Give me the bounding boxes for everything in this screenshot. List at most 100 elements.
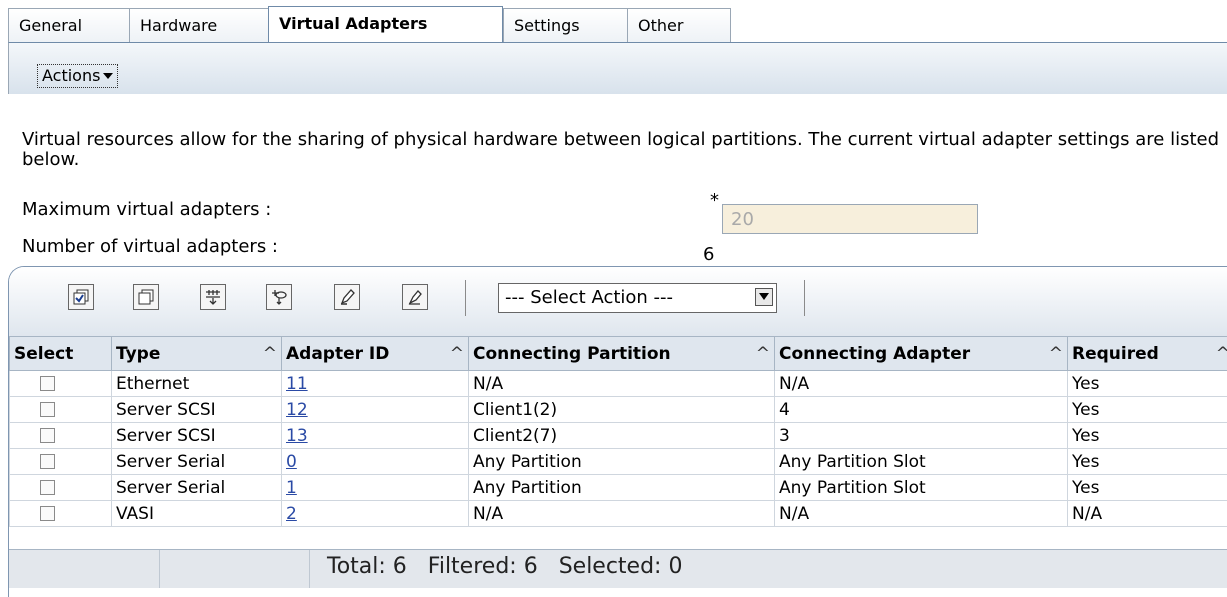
sort-icon[interactable]: ^: [756, 344, 770, 364]
select-action-dropdown[interactable]: --- Select Action ---: [498, 283, 777, 313]
table-row: Server SCSI 12 Client1(2) 4 Yes: [9, 396, 1227, 423]
row-select-checkbox[interactable]: [40, 376, 55, 391]
required-marker: *: [710, 190, 719, 211]
tab-hardware[interactable]: Hardware: [129, 8, 268, 42]
toolbar-separator: [804, 280, 805, 316]
cell-type: Server Serial: [111, 474, 282, 501]
tab-other[interactable]: Other: [627, 8, 731, 42]
edit-button[interactable]: [334, 284, 360, 310]
footer-summary: Total: 6 Filtered: 6 Selected: 0: [327, 554, 682, 579]
column-header-connecting-partition[interactable]: Connecting Partition ^: [468, 336, 775, 371]
select-all-icon: [73, 289, 89, 305]
column-header-type[interactable]: Type ^: [111, 336, 282, 371]
cell-connecting-partition: Client1(2): [468, 396, 775, 423]
cell-type: Server Serial: [111, 448, 282, 475]
tab-general[interactable]: General: [8, 8, 129, 42]
adapter-id-link[interactable]: 0: [286, 452, 297, 472]
sort-icon[interactable]: ^: [1216, 344, 1227, 364]
column-header-required[interactable]: Required^: [1067, 336, 1227, 371]
filtered-label: Filtered:: [427, 554, 517, 579]
cell-connecting-adapter: Any Partition Slot: [774, 448, 1068, 475]
adapters-table-panel: --- Select Action --- Select Type ^ Adapt…: [8, 266, 1227, 597]
cell-connecting-partition: Any Partition: [468, 474, 775, 501]
cell-connecting-partition: N/A: [468, 370, 775, 397]
chevron-down-icon: [103, 73, 114, 79]
max-adapters-field[interactable]: [722, 204, 978, 234]
row-select-checkbox[interactable]: [40, 480, 55, 495]
row-select-checkbox[interactable]: [40, 402, 55, 417]
table-row: VASI 2 N/A N/A N/A: [9, 500, 1227, 527]
total-label: Total:: [327, 554, 386, 579]
virtual-adapters-table: Select Type ^ Adapter ID ^ Connecting Part…: [9, 336, 1227, 527]
table-footer: Total: 6 Filtered: 6 Selected: 0: [9, 549, 1227, 588]
cell-type: VASI: [111, 500, 282, 527]
column-header-select: Select: [9, 336, 112, 371]
cell-required: Yes: [1067, 422, 1227, 449]
num-adapters-label: Number of virtual adapters :: [22, 236, 278, 257]
filtered-count: 6: [523, 554, 538, 579]
cell-connecting-adapter: 3: [774, 422, 1068, 449]
deselect-all-icon: [138, 289, 154, 305]
footer-segment: [159, 550, 310, 588]
actions-bar: Actions: [8, 42, 1227, 94]
sort-icon[interactable]: ^: [263, 344, 277, 364]
adapter-id-link[interactable]: 12: [286, 400, 308, 420]
num-adapters-value: 6: [703, 244, 715, 265]
cell-type: Server SCSI: [111, 396, 282, 423]
cell-connecting-partition: Any Partition: [468, 448, 775, 475]
cell-type: Server SCSI: [111, 422, 282, 449]
edit-sort-button[interactable]: [266, 284, 292, 310]
cell-connecting-adapter: 4: [774, 396, 1068, 423]
adapter-id-link[interactable]: 11: [286, 374, 308, 394]
table-row: Server SCSI 13 Client2(7) 3 Yes: [9, 422, 1227, 449]
adapter-id-link[interactable]: 2: [286, 504, 297, 524]
footer-segment: [9, 550, 160, 588]
tab-bar: General Hardware Virtual Adapters Settin…: [8, 6, 731, 42]
toolbar-separator: [465, 280, 466, 316]
clear-button[interactable]: [402, 284, 428, 310]
sort-icon[interactable]: ^: [450, 344, 464, 364]
cell-required: Yes: [1067, 370, 1227, 397]
cell-required: Yes: [1067, 448, 1227, 475]
cell-connecting-partition: Client2(7): [468, 422, 775, 449]
show-filter-icon: [206, 290, 220, 305]
row-select-checkbox[interactable]: [40, 506, 55, 521]
deselect-all-button[interactable]: [133, 284, 159, 310]
cell-required: Yes: [1067, 396, 1227, 423]
edit-sort-icon: [272, 290, 287, 305]
tab-settings[interactable]: Settings: [503, 8, 627, 42]
adapter-id-link[interactable]: 13: [286, 426, 308, 446]
cell-connecting-partition: N/A: [468, 500, 775, 527]
total-count: 6: [392, 554, 407, 579]
table-row: Ethernet 11 N/A N/A Yes: [9, 370, 1227, 397]
tab-virtual-adapters[interactable]: Virtual Adapters: [268, 6, 503, 42]
clear-icon: [408, 290, 422, 305]
actions-label: Actions: [42, 66, 101, 85]
adapter-id-link[interactable]: 1: [286, 478, 297, 498]
column-header-adapter-id[interactable]: Adapter ID ^: [281, 336, 469, 371]
table-row: Server Serial 1 Any Partition Any Partit…: [9, 474, 1227, 501]
table-header-row: Select Type ^ Adapter ID ^ Connecting Part…: [9, 336, 1227, 371]
cell-type: Ethernet: [111, 370, 282, 397]
selected-count: 0: [668, 554, 683, 579]
cell-connecting-adapter: N/A: [774, 370, 1068, 397]
cell-connecting-adapter: Any Partition Slot: [774, 474, 1068, 501]
dropdown-arrow-icon[interactable]: [755, 288, 773, 306]
row-select-checkbox[interactable]: [40, 428, 55, 443]
cell-connecting-adapter: N/A: [774, 500, 1068, 527]
cell-required: N/A: [1067, 500, 1227, 527]
table-toolbar: --- Select Action ---: [9, 267, 1227, 336]
select-action-value: --- Select Action ---: [505, 287, 674, 308]
show-filter-row-button[interactable]: [200, 284, 226, 310]
selected-label: Selected:: [558, 554, 662, 579]
table-row: Server Serial 0 Any Partition Any Partit…: [9, 448, 1227, 475]
description-text: Virtual resources allow for the sharing …: [22, 129, 1219, 170]
sort-icon[interactable]: ^: [1049, 344, 1063, 364]
select-all-button[interactable]: [68, 284, 94, 310]
row-select-checkbox[interactable]: [40, 454, 55, 469]
cell-required: Yes: [1067, 474, 1227, 501]
max-adapters-label: Maximum virtual adapters :: [22, 199, 272, 220]
edit-icon: [340, 289, 355, 305]
actions-menu-button[interactable]: Actions: [37, 64, 119, 88]
column-header-connecting-adapter[interactable]: Connecting Adapter ^: [774, 336, 1068, 371]
